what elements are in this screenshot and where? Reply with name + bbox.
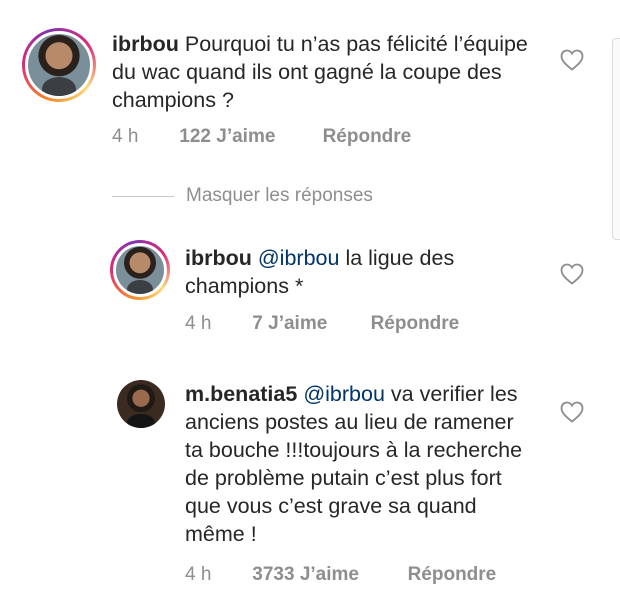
reply-button[interactable]: Répondre — [323, 126, 412, 148]
comment-meta: 4 h 122 J’aime Répondre — [112, 126, 411, 148]
comment-body: va verifier les anciens postes au lieu d… — [185, 382, 523, 546]
hide-replies-label: Masquer les réponses — [186, 185, 373, 206]
comment-text: ibrbou Pourquoi tu n’as pas félicité l’é… — [112, 30, 532, 114]
username[interactable]: m.benatia5 — [185, 382, 297, 406]
username[interactable]: ibrbou — [112, 32, 179, 56]
username[interactable]: ibrbou — [185, 246, 252, 270]
timestamp: 4 h — [185, 564, 212, 585]
timestamp: 4 h — [185, 313, 212, 334]
mention-link[interactable]: @ibrbou — [258, 246, 340, 270]
avatar[interactable] — [22, 28, 96, 102]
hide-replies-button[interactable]: Masquer les réponses — [112, 184, 373, 208]
reply-button[interactable]: Répondre — [371, 313, 460, 335]
comment-text: m.benatia5 @ibrbou va verifier les ancie… — [185, 380, 525, 548]
heart-outline-icon[interactable] — [560, 49, 584, 71]
likes-count[interactable]: 122 J’aime — [179, 126, 317, 148]
likes-count[interactable]: 7 J’aime — [252, 313, 365, 335]
heart-outline-icon[interactable] — [560, 401, 584, 423]
likes-count[interactable]: 3733 J’aime — [252, 564, 402, 586]
heart-outline-icon[interactable] — [560, 263, 584, 285]
comment-meta: 4 h 3733 J’aime Répondre — [185, 564, 496, 586]
divider — [112, 195, 174, 197]
comment-text: ibrbou @ibrbou la ligue des champions * — [185, 244, 515, 300]
scrollbar[interactable] — [612, 38, 620, 240]
timestamp: 4 h — [112, 126, 139, 147]
reply-button[interactable]: Répondre — [408, 564, 497, 586]
comment-meta: 4 h 7 J’aime Répondre — [185, 313, 459, 335]
avatar[interactable] — [117, 380, 165, 428]
avatar[interactable] — [110, 240, 170, 300]
mention-link[interactable]: @ibrbou — [303, 382, 385, 406]
